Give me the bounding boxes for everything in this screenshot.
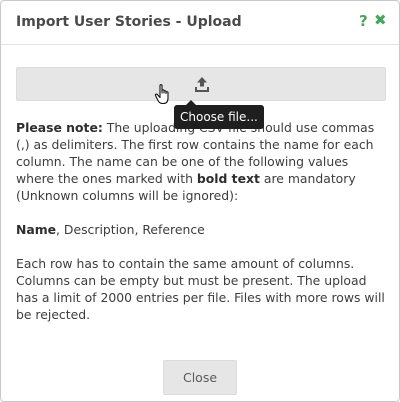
close-icon[interactable]: ✖ bbox=[374, 11, 387, 29]
note-bold-text: bold text bbox=[196, 171, 260, 186]
note-paragraph-1: Please note: The uploading CSV file shou… bbox=[16, 119, 388, 204]
mandatory-column: Name bbox=[16, 222, 57, 237]
help-icon[interactable]: ? bbox=[359, 12, 368, 30]
optional-columns: , Description, Reference bbox=[56, 222, 205, 237]
import-dialog: Import User Stories - Upload ? ✖ Please … bbox=[0, 0, 400, 402]
upload-icon bbox=[195, 77, 209, 92]
columns-list: Name, Description, Reference bbox=[16, 221, 388, 238]
close-button[interactable]: Close bbox=[163, 360, 237, 395]
choose-file-button[interactable] bbox=[16, 67, 386, 101]
note-paragraph-3: Each row has to contain the same amount … bbox=[16, 256, 385, 322]
dialog-header: Import User Stories - Upload ? ✖ bbox=[1, 1, 399, 45]
choose-file-tooltip: Choose file... bbox=[174, 100, 264, 129]
dialog-title: Import User Stories - Upload bbox=[16, 14, 242, 30]
note-text: Please note: The uploading CSV file shou… bbox=[16, 119, 388, 340]
hand-cursor-icon bbox=[154, 84, 169, 105]
note-lead: Please note: bbox=[16, 120, 103, 135]
